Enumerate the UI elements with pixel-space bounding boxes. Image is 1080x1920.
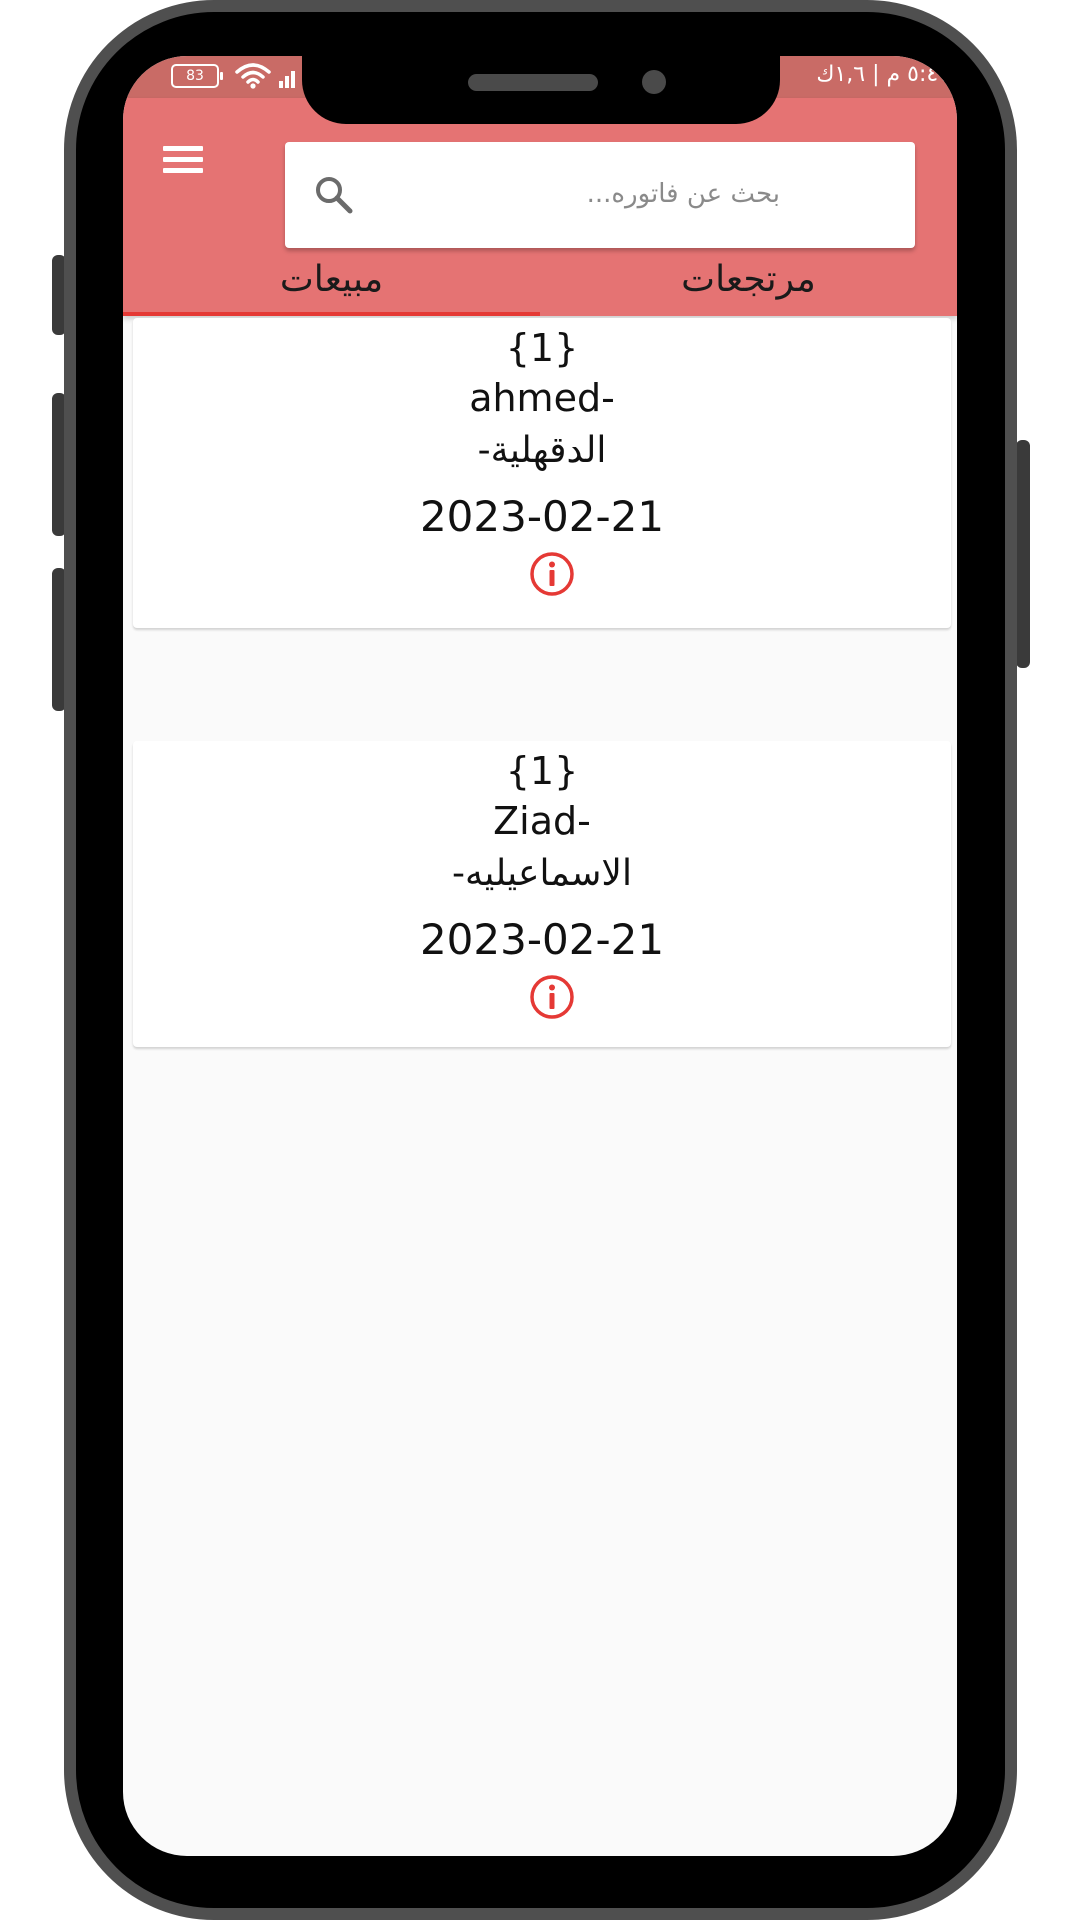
invoice-city: -الدقهلية [477,430,607,471]
search-input[interactable] [375,162,875,226]
status-time: ٥:٤٧ م | ١,٦ك [816,62,950,87]
tab-returns[interactable]: مرتجعات [540,248,957,316]
front-camera [642,70,666,94]
invoice-date: 2023-02-21 [419,492,665,541]
tab-selected-indicator [123,312,540,316]
speaker-grille [468,74,598,91]
invoice-date: 2023-02-21 [419,915,665,964]
search-bar [285,142,915,248]
invoice-customer-name: ahmed- [469,376,615,420]
info-circle-icon[interactable] [528,550,576,598]
invoice-customer-name: Ziad- [493,799,591,843]
invoice-item-count: {1} [505,749,579,793]
battery-level: 83 [186,68,204,84]
tab-sales[interactable]: مبيعات [123,248,540,316]
invoice-card[interactable]: {1} Ziad- -الاسماعيليه 2023-02-21 [133,741,951,1047]
invoice-city: -الاسماعيليه [452,853,632,894]
battery-icon: 83 [171,64,223,88]
tab-sales-label: مبيعات [279,259,384,300]
invoice-item-count: {1} [505,326,579,370]
invoice-card[interactable]: {1} ahmed- -الدقهلية 2023-02-21 [133,318,951,628]
wifi-icon [235,63,271,89]
tab-returns-label: مرتجعات [681,259,816,300]
app-bar: مبيعات مرتجعات [123,98,957,316]
hamburger-menu-icon[interactable] [160,140,206,184]
notch [302,56,780,124]
info-circle-icon[interactable] [528,973,576,1021]
phone-screen: 83 ٥:٤٧ م | ١,٦ك مبيعات [123,56,957,1856]
search-icon[interactable] [313,174,355,216]
signal-icon [279,71,295,88]
power-button [1016,440,1030,668]
